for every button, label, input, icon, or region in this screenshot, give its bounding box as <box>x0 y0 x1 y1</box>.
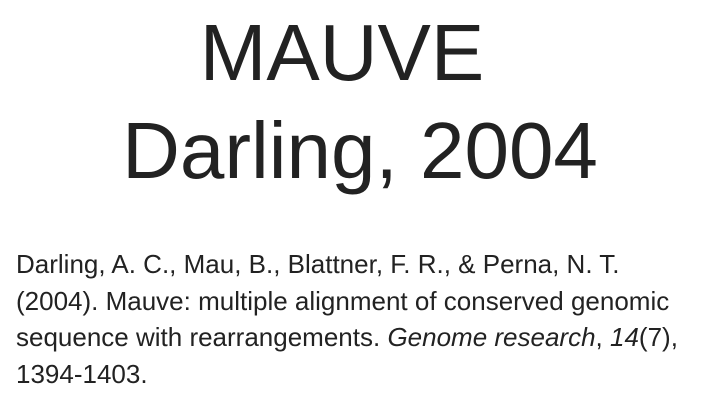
title-line-author-year: Darling, 2004 <box>122 106 598 195</box>
slide-title: MAUVE Darling, 2004 <box>0 4 720 200</box>
citation-journal: Genome research <box>387 322 596 352</box>
citation: Darling, A. C., Mau, B., Blattner, F. R.… <box>16 246 706 392</box>
citation-separator: , <box>595 322 610 352</box>
title-line-name: MAUVE <box>199 8 485 97</box>
citation-volume: 14 <box>610 322 639 352</box>
slide: MAUVE Darling, 2004 Darling, A. C., Mau,… <box>0 0 720 405</box>
citation-issue: (7) <box>638 322 671 352</box>
